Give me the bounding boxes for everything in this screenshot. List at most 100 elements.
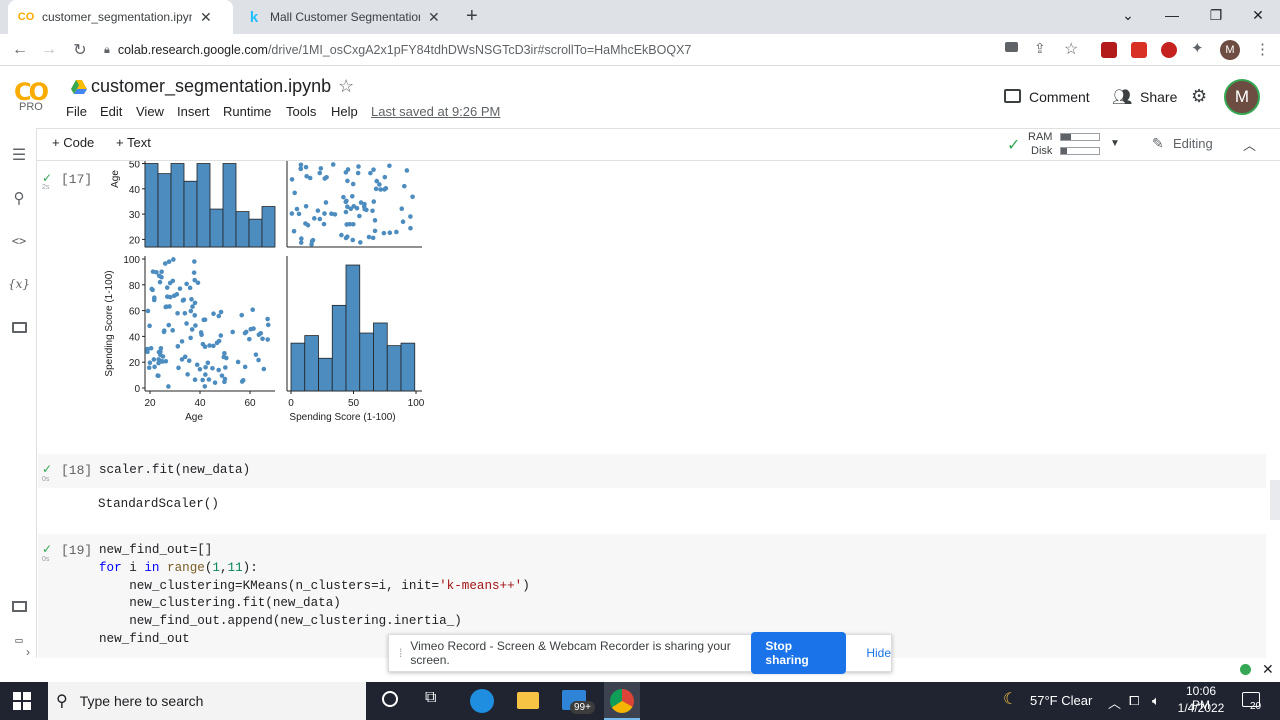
scatter-point xyxy=(147,360,153,366)
cell-run-count[interactable]: [18] xyxy=(61,463,92,478)
code-snippets-icon[interactable]: <> xyxy=(9,231,29,251)
puzzle-icon[interactable]: ✦ xyxy=(1191,39,1204,57)
task-view-icon[interactable]: ⧉ xyxy=(425,689,436,707)
command-palette-icon[interactable] xyxy=(9,596,29,616)
account-avatar[interactable]: M xyxy=(1224,79,1260,115)
settings-gear-icon[interactable]: ⚙ xyxy=(1191,86,1207,107)
bookmark-star-icon[interactable]: ☆ xyxy=(1064,39,1078,59)
restore-button[interactable]: ❐ xyxy=(1194,0,1238,30)
back-icon[interactable]: ← xyxy=(9,40,31,60)
scatter-point xyxy=(265,316,270,322)
ram-meter[interactable] xyxy=(1060,133,1100,141)
scatter-point xyxy=(358,240,363,245)
scatter-point xyxy=(387,230,393,236)
variables-icon[interactable]: {x} xyxy=(8,274,30,294)
lock-icon: 🔒︎ xyxy=(104,43,110,56)
histogram-bar xyxy=(359,332,374,392)
new-tab-button[interactable]: + xyxy=(466,5,478,28)
edge-icon[interactable] xyxy=(470,689,494,713)
comment-button[interactable]: Comment xyxy=(1029,89,1090,105)
menu-view[interactable]: View xyxy=(136,104,164,119)
stop-sharing-button[interactable]: Stop sharing xyxy=(751,632,847,674)
search-icon[interactable]: ⚲ xyxy=(9,188,29,208)
menu-help[interactable]: Help xyxy=(331,104,358,119)
histogram-bar xyxy=(318,357,333,392)
file-explorer-icon[interactable] xyxy=(517,692,539,709)
menu-runtime[interactable]: Runtime xyxy=(223,104,271,119)
star-icon[interactable]: ☆ xyxy=(338,76,354,97)
disk-meter[interactable] xyxy=(1060,147,1100,155)
scatter-point xyxy=(357,213,362,219)
pdf-extension-icon[interactable] xyxy=(1131,42,1147,58)
taskbar-search[interactable]: ⚲ Type here to search xyxy=(48,682,366,720)
extension-icon[interactable] xyxy=(1101,42,1117,58)
scatter-point xyxy=(400,219,406,225)
scatter-point xyxy=(200,377,205,383)
scatter-point xyxy=(345,167,351,172)
add-code-button[interactable]: + Code xyxy=(52,135,94,150)
menu-insert[interactable]: Insert xyxy=(177,104,210,119)
scrollbar-thumb[interactable] xyxy=(1270,480,1280,520)
scatter-point xyxy=(206,377,212,382)
drag-handle-icon[interactable]: ⁞ xyxy=(399,646,402,660)
collapse-header-icon[interactable]: ︿ xyxy=(1243,135,1256,154)
scatter-point xyxy=(216,313,222,319)
menu-edit[interactable]: Edit xyxy=(100,104,122,119)
menu-file[interactable]: File xyxy=(66,104,87,119)
share-page-icon[interactable]: ⇪ xyxy=(1034,40,1046,57)
expand-sidebar-icon[interactable]: › xyxy=(26,645,30,659)
close-icon[interactable]: ✕ xyxy=(200,9,212,26)
windows-start-icon[interactable] xyxy=(13,692,31,710)
scatter-point xyxy=(167,304,172,309)
window-close-button[interactable]: ✕ xyxy=(1236,0,1280,30)
resources-dropdown-icon[interactable]: ▼ xyxy=(1110,138,1120,149)
weather-text[interactable]: 57°F Clear xyxy=(1030,693,1092,708)
scatter-point xyxy=(235,359,241,365)
scatter-point xyxy=(198,330,204,335)
record-extension-icon[interactable] xyxy=(1161,42,1177,58)
table-of-contents-icon[interactable]: ☰ xyxy=(9,145,29,165)
scatter-point xyxy=(210,365,215,371)
histogram-bar xyxy=(170,163,185,248)
colab-logo[interactable]: CO xyxy=(14,78,52,106)
network-icon[interactable]: ⧠ xyxy=(1129,693,1139,709)
people-icon: 👥︎ xyxy=(1112,89,1133,106)
scatter-point xyxy=(387,163,392,169)
screen-share-notification: ⁞ Vimeo Record - Screen & Webcam Recorde… xyxy=(388,632,892,674)
scatter-point xyxy=(159,359,164,364)
camera-icon[interactable] xyxy=(1005,42,1018,52)
editing-mode[interactable]: Editing xyxy=(1173,136,1213,151)
scatter-point xyxy=(155,373,161,378)
cell-code[interactable]: new_find_out=[] for i in range(1,11): ne… xyxy=(99,542,530,649)
y-axis-label: Spending Score (1-100) xyxy=(104,270,115,376)
share-button[interactable]: Share xyxy=(1140,89,1177,105)
last-saved-link[interactable]: Last saved at 9:26 PM xyxy=(371,104,500,119)
hide-button[interactable]: Hide xyxy=(866,646,891,660)
cell-run-count[interactable]: [19] xyxy=(61,543,92,558)
drive-icon[interactable] xyxy=(71,80,87,94)
tab-search-icon[interactable]: ⌄ xyxy=(1106,0,1150,30)
clock-date[interactable]: 1/4/2022 xyxy=(1176,701,1226,715)
forward-icon[interactable]: → xyxy=(38,40,60,60)
show-hidden-icons[interactable]: ︿ xyxy=(1108,693,1121,712)
files-folder-icon[interactable] xyxy=(9,317,29,337)
reload-icon[interactable]: ↻ xyxy=(69,40,91,60)
add-text-button[interactable]: + Text xyxy=(116,135,151,150)
histogram-bar xyxy=(235,211,250,248)
menu-tools[interactable]: Tools xyxy=(286,104,316,119)
scatter-point xyxy=(182,354,188,360)
cell-run-count[interactable]: [17] xyxy=(61,172,92,187)
close-icon[interactable]: ✕ xyxy=(1262,661,1274,678)
profile-avatar[interactable]: M xyxy=(1220,40,1240,60)
close-icon[interactable]: ✕ xyxy=(428,9,440,26)
tab-colab[interactable]: CO customer_segmentation.ipynb - C ✕ xyxy=(8,0,233,34)
browser-menu-icon[interactable]: ⋮ xyxy=(1255,40,1270,58)
url-bar[interactable]: 🔒︎ colab.research.google.com/drive/1MI_o… xyxy=(104,38,1000,62)
scatter-point xyxy=(188,335,193,341)
volume-icon[interactable]: 🔈︎ xyxy=(1152,693,1160,709)
cortana-icon[interactable] xyxy=(382,691,398,707)
minimize-button[interactable]: — xyxy=(1150,0,1194,30)
tab-kaggle[interactable]: k Mall Customer Segmentation Da ✕ xyxy=(236,0,461,34)
notebook-title[interactable]: customer_segmentation.ipynb xyxy=(91,76,331,97)
cell-code[interactable]: scaler.fit(new_data) xyxy=(99,462,250,480)
